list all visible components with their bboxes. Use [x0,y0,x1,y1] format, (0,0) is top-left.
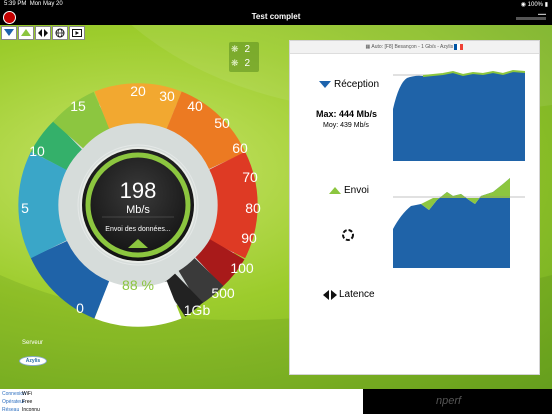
gauge-tick-label: 5 [21,200,29,216]
gauge-tick-label: 50 [214,115,230,131]
connection-info: ConnexionWiFi OpérateurFree Réseau Inconn… [0,389,363,414]
gauge-tick-label: 100 [230,260,254,276]
gauge-tick-label: 40 [187,98,203,114]
gauge-tick-label: 15 [70,98,86,114]
gauge-tick-label: 10 [29,143,45,159]
results-panel: ▦ Auto: [F8] Besançon - 1 Gb/s - Azylis … [289,40,540,375]
envoi-label: Envoi [329,185,369,196]
gauge-arc-60-90 [209,151,258,259]
gauge-speed-unit: Mb/s [126,204,150,216]
gauge-arc-100-500 [178,257,224,306]
gauge-arc-500-1g [162,273,203,317]
server-header[interactable]: ▦ Auto: [F8] Besançon - 1 Gb/s - Azylis [290,41,539,54]
gauge-status-text: Envoi des données... [105,226,170,233]
reception-label: Réception [319,79,379,90]
server-header-text: Auto: [F8] Besançon - 1 Gb/s - Azylis [371,44,454,50]
server-logo[interactable]: Azylis [19,356,47,366]
network-row: Réseau Inconnu [2,407,40,413]
bottom-bar: ConnexionWiFi OpérateurFree Réseau Inconn… [0,389,552,414]
envoi-graph [393,178,525,268]
download-icon [319,81,331,88]
gauge-tick-label: 90 [241,230,257,246]
gauge-progress-zone [94,281,182,327]
connection-row: ConnexionWiFi [2,391,32,397]
reception-avg: Moy: 439 Mb/s [323,122,369,129]
gauge-tick-label: 1Gb [184,302,211,318]
server-label: Serveur [22,340,44,346]
gauge-arc-90-100 [194,238,245,287]
upload-icon [329,187,341,194]
operator-row: OpérateurFree [2,399,33,405]
french-flag-icon [454,43,464,50]
reception-max: Max: 444 Mb/s [316,109,378,119]
gauge-tick-label: 30 [159,88,175,104]
reception-graph [393,69,525,161]
gauge-tick-label: 80 [245,200,261,216]
gauge-arc-20-40 [94,83,182,129]
gauge-arc-5-10 [18,151,67,259]
gauge-tick-label: 500 [211,285,235,301]
gauge-speed-value: 198 [120,178,157,203]
gauge-arc-10-15 [31,120,83,171]
gauge-tick-label: 20 [130,83,146,99]
gauge-tick-label: 0 [76,300,84,316]
loading-spinner-icon [342,229,354,241]
latence-label: Latence [323,289,375,300]
brand-logo: nperf [436,395,462,407]
gauge-progress-percent: 88 % [122,277,154,293]
gauge-tick-label: 70 [242,169,258,185]
gauge-tick-label: 60 [232,140,248,156]
latency-icon [323,289,337,300]
